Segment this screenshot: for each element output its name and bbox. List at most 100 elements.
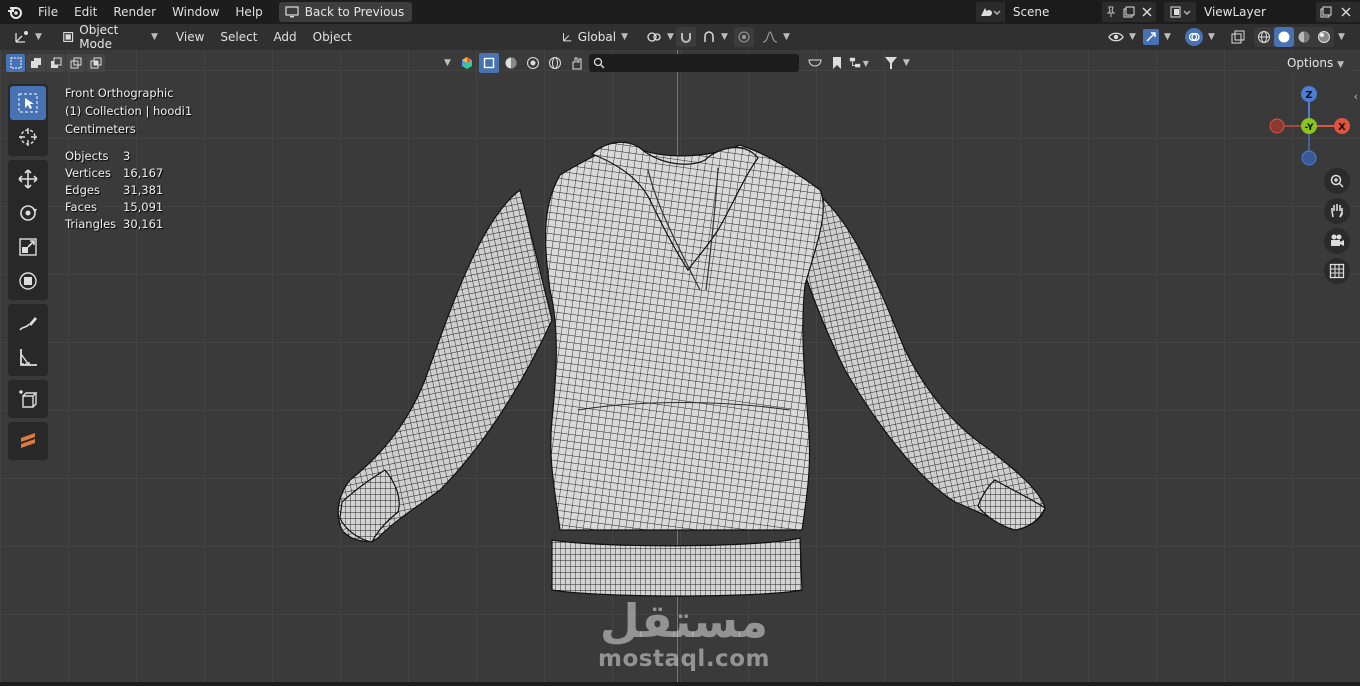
menu-select[interactable]: Select [212,24,265,50]
view-name: Front Orthographic [65,86,174,100]
xray-toggle[interactable] [1228,27,1248,47]
select-subtract-icon[interactable] [46,54,65,72]
chevron-down-icon: ▼ [721,32,728,42]
right-sleeve [799,184,1046,529]
transform-tool-group [8,160,48,300]
hand-icon[interactable] [567,53,587,73]
proportional-edit-toggle[interactable] [734,27,754,47]
overlay-icon [1185,28,1203,46]
menu-edit[interactable]: Edit [66,0,105,24]
material-sphere-icon[interactable] [523,53,543,73]
annotate-tool-icon[interactable] [10,306,46,340]
transform-orientation-dropdown[interactable]: Global ▼ [556,27,634,47]
options-label: Options [1286,56,1334,70]
add-cube-tool-icon[interactable] [10,382,46,416]
rotate-tool-icon[interactable] [10,196,46,230]
menu-window[interactable]: Window [164,0,227,24]
bookmark-icon[interactable] [827,53,847,73]
hierarchy-icon[interactable]: ▼ [849,53,869,73]
menu-object[interactable]: Object [305,24,360,50]
search-icon [593,57,605,69]
delete-scene-icon[interactable] [1138,2,1156,22]
gizmo-neg-x-axis[interactable] [1269,118,1285,134]
tool-shelf [8,84,48,464]
xray-icon [1231,30,1245,44]
menu-help[interactable]: Help [227,0,270,24]
options-dropdown[interactable]: Options ▼ [1278,53,1352,73]
new-view-layer-icon[interactable] [1316,2,1336,22]
gizmo-toggle[interactable]: ▼ [1140,27,1174,47]
select-box-tool-icon[interactable] [10,86,46,120]
material-shading-icon[interactable] [1294,27,1314,47]
watermark-latin: mostaql.com [598,646,770,672]
shading-options-dropdown[interactable]: ▼ [1334,27,1349,47]
filter-icon[interactable] [881,53,901,73]
view-layer-name[interactable]: ViewLayer [1196,2,1316,22]
overlay-toggle[interactable]: ▼ [1182,27,1218,47]
menu-view[interactable]: View [168,24,212,50]
scene-name[interactable]: Scene [1004,2,1102,22]
menu-add[interactable]: Add [265,24,304,50]
3d-viewport[interactable]: ▼ ▼ ▼ Options ▼ Front Orthographic (1) C… [0,50,1360,682]
solid-sphere-icon[interactable] [501,53,521,73]
pan-hand-icon[interactable] [1324,198,1350,224]
move-tool-icon[interactable] [10,162,46,196]
wire-sphere-icon[interactable] [545,53,565,73]
view-layer-selector[interactable]: ViewLayer [1164,2,1360,22]
bowl-icon[interactable] [805,53,825,73]
pivot-point-dropdown[interactable]: ▼ [640,27,680,47]
viewport-search-field[interactable] [588,54,799,72]
color-wheel-icon[interactable] [457,53,477,73]
sidebar-toggle-chevron-icon[interactable]: ‹ [1354,90,1358,103]
new-scene-icon[interactable] [1120,2,1138,22]
select-new-icon[interactable] [6,54,25,72]
scene-selector[interactable]: Scene [976,2,1156,22]
view-layer-icon[interactable] [1164,2,1196,22]
select-intersect-icon[interactable] [86,54,105,72]
stat-row: Vertices 16,167 [65,166,164,180]
navigation-gizmo[interactable]: Z X -Y [1262,84,1356,168]
scene-icon[interactable] [976,2,1005,22]
hoodie-mesh[interactable] [0,50,1360,682]
snap-target-icon [704,31,714,42]
transform-tool-icon[interactable] [10,264,46,298]
selection-mode-group [6,54,105,72]
pin-icon[interactable] [1102,2,1120,22]
cursor-tool-icon[interactable] [10,120,46,154]
waistband [551,537,803,597]
gizmo-neg-z-axis[interactable] [1301,150,1317,166]
select-invert-icon[interactable] [66,54,85,72]
chevron-down-icon: ▼ [1208,32,1215,42]
blender-logo-icon[interactable] [0,0,30,24]
mode-dropdown[interactable]: Object Mode ▼ [55,23,164,51]
scale-tool-icon[interactable] [10,230,46,264]
chevron-down-icon[interactable]: ▼ [903,58,910,68]
visibility-dropdown[interactable]: ▼ [1102,27,1142,47]
wireframe-shading-icon[interactable] [1254,27,1274,47]
falloff-dropdown[interactable]: ▼ [756,27,796,47]
units-label: Centimeters [65,122,136,136]
menu-render[interactable]: Render [105,0,164,24]
chevron-down-icon[interactable]: ▼ [440,58,455,68]
watermark: مستقل mostaql.com [598,596,770,672]
status-bar [0,682,1360,686]
back-to-previous-button[interactable]: Back to Previous [278,2,413,22]
camera-icon[interactable] [1324,228,1350,254]
screen-icon [285,6,299,18]
solid-shading-icon[interactable] [1274,27,1294,47]
measure-tool-icon[interactable] [10,340,46,374]
select-box-icon[interactable] [478,53,499,73]
add-tool-group [8,380,48,418]
rendered-shading-icon[interactable] [1314,27,1334,47]
snap-toggle[interactable] [676,27,696,47]
delete-view-layer-icon[interactable] [1336,2,1356,22]
snap-target-dropdown[interactable]: ▼ [696,27,734,47]
zoom-icon[interactable] [1324,168,1350,194]
grease-pencil-tool-icon[interactable] [10,424,46,458]
grid-view-icon[interactable] [1324,258,1350,284]
editor-type-dropdown[interactable]: ▼ [8,27,48,47]
falloff-curve-icon [762,31,778,43]
menu-file[interactable]: File [30,0,66,24]
select-tool-group [8,84,48,156]
select-extend-icon[interactable] [26,54,45,72]
